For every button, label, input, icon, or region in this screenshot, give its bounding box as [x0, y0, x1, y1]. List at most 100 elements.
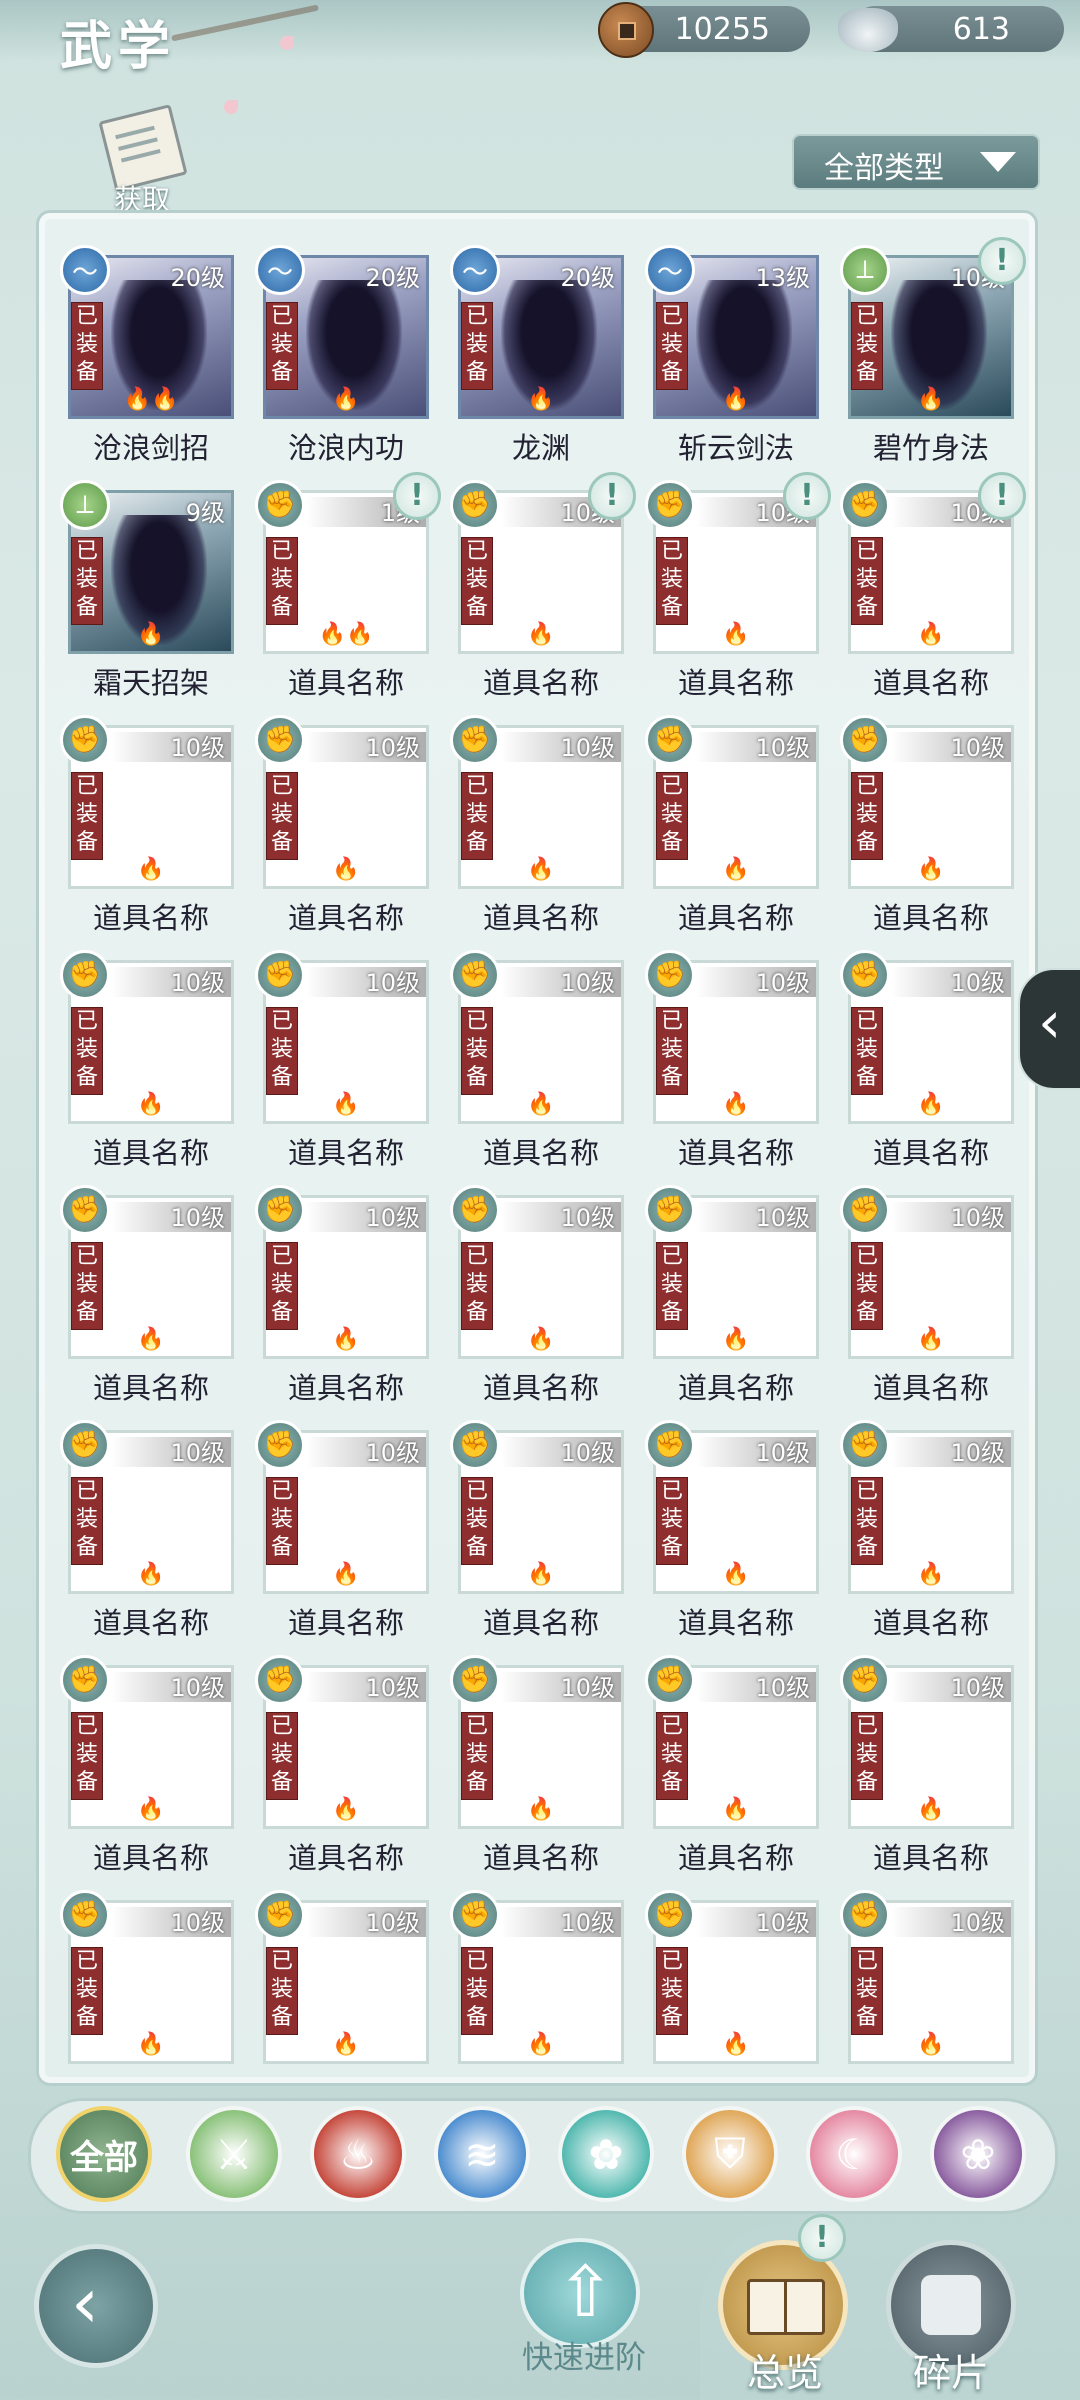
category-shield-button[interactable]: ⛨	[682, 2106, 778, 2202]
flame-rank-icon: 🔥	[917, 2032, 945, 2057]
skill-tile[interactable]: 10级已装备 🔥 ✊ 道具名称	[60, 1655, 234, 1875]
alert-icon: !	[393, 472, 441, 520]
skill-tile[interactable]: 10级已装备 🔥 ✊ 道具名称	[255, 950, 429, 1170]
category-wave-button[interactable]: ≋	[434, 2106, 530, 2202]
skill-tile[interactable]: 13级已装备 🔥 〜斩云剑法	[645, 245, 819, 465]
equipped-tag: 已装备	[71, 302, 103, 390]
skill-tile[interactable]: 10级已装备 🔥 ✊ 道具名称	[60, 1185, 234, 1405]
flame-rank-icon: 🔥	[527, 1092, 555, 1117]
acquire-button[interactable]: 获取	[94, 104, 188, 216]
skill-tile[interactable]: 9级已装备 🔥 ⟂ 霜天招架	[60, 480, 234, 700]
flame-rank-icon: 🔥	[137, 622, 165, 647]
skill-level: 10级	[560, 1439, 615, 1467]
copper-coin-counter: 10255	[598, 2, 810, 58]
skill-tile[interactable]: 10级已装备 🔥 ✊ 道具名称	[840, 715, 1014, 935]
category-all-button[interactable]: 全部	[56, 2106, 152, 2202]
fist-icon: ✊	[255, 1655, 305, 1705]
equipped-tag: 已装备	[656, 1947, 688, 2035]
skill-tile[interactable]: 10级已装备 🔥 ✊ 道具名称	[645, 715, 819, 935]
skill-tile[interactable]: 10级已装备 🔥 ✊ 道具名称	[60, 715, 234, 935]
equipped-tag: 已装备	[266, 1712, 298, 1800]
equipped-tag: 已装备	[71, 537, 103, 625]
back-button[interactable]: ‹	[34, 2244, 158, 2368]
skill-tile[interactable]: 10级已装备 🔥 ✊	[840, 1890, 1014, 2064]
equipped-tag: 已装备	[71, 1712, 103, 1800]
skill-tile[interactable]: 1级已装备🔥🔥✊!道具名称	[255, 472, 441, 700]
skill-tile[interactable]: 10级已装备 🔥 ✊ 道具名称	[255, 1655, 429, 1875]
skill-tile[interactable]: 10级已装备 🔥 ✊ 道具名称	[840, 1655, 1014, 1875]
skill-level: 10级	[560, 1204, 615, 1232]
flame-rank-icon: 🔥	[332, 2032, 360, 2057]
skill-level: 10级	[950, 734, 1005, 762]
side-drawer-tab[interactable]: ‹	[1018, 968, 1080, 1090]
skill-tile[interactable]: 10级已装备 🔥 ✊	[645, 1890, 819, 2064]
skill-tile[interactable]: 10级已装备 🔥 ✊ 道具名称	[645, 950, 819, 1170]
skill-name: 道具名称	[677, 1606, 794, 1640]
type-filter-label: 全部类型	[824, 151, 944, 186]
fist-icon: ✊	[645, 1420, 695, 1470]
fist-icon: ✊	[60, 1890, 110, 1940]
skill-tile[interactable]: 10级已装备 🔥 ✊ 道具名称	[60, 950, 234, 1170]
flame-rank-icon: 🔥	[527, 2032, 555, 2057]
flame-rank-icon: 🔥	[137, 2032, 165, 2057]
skill-tile[interactable]: 10级已装备 🔥 ✊! 道具名称	[840, 472, 1026, 700]
equipped-tag: 已装备	[266, 772, 298, 860]
skill-tile[interactable]: 10级已装备 🔥 ✊ 道具名称	[255, 1420, 429, 1640]
skill-name: 道具名称	[287, 1371, 404, 1405]
category-bar	[28, 2098, 1058, 2214]
skill-level: 10级	[755, 969, 810, 997]
skill-tile[interactable]: 10级已装备 🔥 ✊	[255, 1890, 429, 2064]
skill-tile[interactable]: 10级已装备 🔥 ✊ 道具名称	[450, 950, 624, 1170]
alert-icon: !	[978, 237, 1026, 285]
skill-tile[interactable]: 10级已装备 🔥 ✊	[450, 1890, 624, 2064]
equipped-tag: 已装备	[656, 302, 688, 390]
silver-ingot-value: 613	[952, 12, 1010, 47]
category-rose-button[interactable]: ❀	[930, 2106, 1026, 2202]
type-filter-dropdown[interactable]: 全部类型	[792, 134, 1040, 190]
flame-rank-icon: 🔥	[722, 622, 750, 647]
category-moon-button[interactable]: ☾	[806, 2106, 902, 2202]
skill-tile[interactable]: 10级已装备 🔥 ✊ 道具名称	[60, 1420, 234, 1640]
skill-tile[interactable]: 10级已装备 🔥 ✊ 道具名称	[450, 1185, 624, 1405]
skill-level: 10级	[170, 969, 225, 997]
fist-icon: ✊	[840, 715, 890, 765]
skill-tile[interactable]: 10级已装备 🔥 ✊ 道具名称	[645, 1420, 819, 1640]
skill-tile[interactable]: 20级已装备 🔥🔥 〜沧浪剑招	[60, 245, 234, 465]
overview-alert-icon: !	[798, 2214, 846, 2262]
skill-tile[interactable]: 10级已装备 🔥 ✊ 道具名称	[645, 1185, 819, 1405]
flame-rank-icon: 🔥🔥	[318, 622, 374, 647]
category-fire-button[interactable]: ♨	[310, 2106, 406, 2202]
flame-rank-icon: 🔥	[917, 1327, 945, 1352]
skill-tile[interactable]: 10级已装备 🔥 ✊ 道具名称	[645, 1655, 819, 1875]
flame-rank-icon: 🔥	[332, 1797, 360, 1822]
category-sword-button[interactable]: ⚔	[186, 2106, 282, 2202]
skill-tile[interactable]: 10级已装备 🔥 ✊ 道具名称	[255, 1185, 429, 1405]
skill-tile[interactable]: 10级已装备 🔥 ✊ 道具名称	[450, 1655, 624, 1875]
flame-rank-icon: 🔥	[722, 1562, 750, 1587]
equipped-tag: 已装备	[71, 1947, 103, 2035]
category-butterfly-button[interactable]: ✿	[558, 2106, 654, 2202]
silver-ingot-icon	[838, 8, 898, 52]
skill-tile[interactable]: 10级已装备 🔥 ⟂! 碧竹身法	[840, 237, 1026, 465]
fist-icon: ✊	[450, 950, 500, 1000]
skill-name: 道具名称	[482, 1841, 599, 1875]
skill-tile[interactable]: 10级已装备 🔥 ✊ 道具名称	[840, 1420, 1014, 1640]
skill-tile[interactable]: 20级已装备 🔥 〜沧浪内功	[255, 245, 429, 465]
back-arrow-icon: ‹	[71, 2262, 99, 2344]
skill-tile[interactable]: 10级已装备 🔥 ✊	[60, 1890, 234, 2064]
skill-tile[interactable]: 10级已装备 🔥 ✊ 道具名称	[450, 1420, 624, 1640]
skill-tile[interactable]: 20级已装备 🔥 〜龙渊	[450, 245, 624, 465]
equipped-tag: 已装备	[851, 1007, 883, 1095]
skill-level: 9级	[185, 499, 225, 527]
skill-tile[interactable]: 10级已装备 🔥 ✊ 道具名称	[255, 715, 429, 935]
equipped-tag: 已装备	[71, 1477, 103, 1565]
skill-tile[interactable]: 10级已装备 🔥 ✊ 道具名称	[840, 950, 1014, 1170]
skill-tile[interactable]: 10级已装备 🔥 ✊! 道具名称	[645, 472, 831, 700]
skill-name: 沧浪剑招	[92, 431, 209, 465]
equipped-tag: 已装备	[461, 1712, 493, 1800]
skill-tile[interactable]: 10级已装备 🔥 ✊! 道具名称	[450, 472, 636, 700]
puzzle-icon	[921, 2275, 981, 2335]
flame-rank-icon: 🔥	[332, 1327, 360, 1352]
skill-tile[interactable]: 10级已装备 🔥 ✊ 道具名称	[840, 1185, 1014, 1405]
skill-tile[interactable]: 10级已装备 🔥 ✊ 道具名称	[450, 715, 624, 935]
